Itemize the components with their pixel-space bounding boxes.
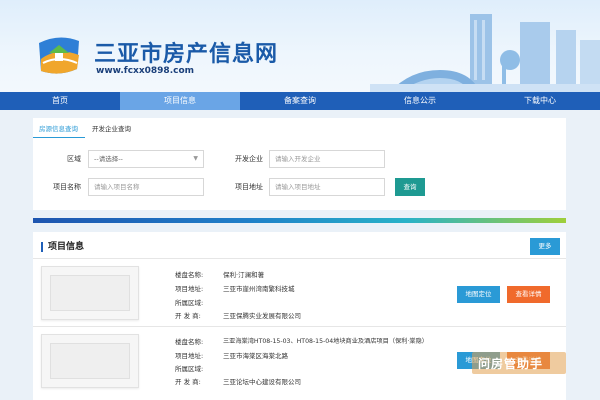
nav-item-project-info[interactable]: 项目信息	[120, 92, 240, 110]
project-name-value: 三亚海棠湾HT08-15-03、HT08-15-04地块商业及酒店项目（保利·棠…	[223, 338, 428, 345]
project-thumbnail[interactable]	[41, 266, 139, 320]
project-address-key: 项目地址:	[175, 285, 204, 293]
project-address-value: 三亚市海棠区海棠北路	[223, 352, 288, 360]
decorative-stripe	[33, 218, 566, 223]
area-label: 区域	[67, 155, 81, 163]
project-address-key: 项目地址:	[175, 352, 204, 360]
more-button[interactable]: 更多	[530, 238, 560, 255]
developer-label: 开发企业	[235, 155, 263, 163]
project-name-label: 项目名称	[53, 183, 81, 191]
site-url: www.fcxx0898.com	[96, 66, 195, 76]
project-section: 项目信息 更多 楼盘名称: 保利·汀澜和著 项目地址: 三亚市崖州湾南繁科技城 …	[33, 232, 566, 400]
site-logo	[39, 37, 79, 74]
map-location-button[interactable]: 地图定位	[457, 286, 500, 303]
search-tabs: 房源信息查询 开发企业查询	[33, 118, 566, 138]
watermark-text: 问房管助手	[478, 357, 544, 371]
project-developer-value: 三亚保腾实业发展有限公司	[223, 312, 301, 320]
project-developer-key: 开 发 商:	[175, 378, 201, 386]
view-details-button[interactable]: 查看详情	[507, 286, 550, 303]
project-address-input[interactable]: 请输入项目地址	[269, 178, 385, 196]
project-address-value: 三亚市崖州湾南繁科技城	[223, 285, 295, 293]
nav-item-download-center[interactable]: 下载中心	[480, 92, 600, 110]
skyline-illustration	[370, 14, 600, 92]
project-address-label: 项目地址	[235, 183, 263, 191]
tab-listing-query[interactable]: 房源信息查询	[39, 123, 78, 133]
site-header: 三亚市房产信息网 www.fcxx0898.com	[0, 0, 600, 92]
project-name-key: 楼盘名称:	[175, 271, 204, 279]
area-select-value: --请选择--	[94, 155, 123, 163]
project-name-input[interactable]: 请输入项目名称	[88, 178, 204, 196]
main-nav: 首页 项目信息 备案查询 信息公示 下载中心	[0, 92, 600, 110]
image-placeholder-icon	[50, 343, 130, 379]
section-divider	[33, 258, 566, 259]
developer-input[interactable]: 请输入开发企业	[269, 150, 385, 168]
nav-item-filing-query[interactable]: 备案查询	[240, 92, 360, 110]
site-title: 三亚市房产信息网	[94, 42, 279, 67]
image-placeholder-icon	[50, 275, 130, 311]
active-tab-indicator	[33, 137, 85, 138]
area-select[interactable]: --请选择-- ▼	[88, 150, 204, 168]
row-divider	[33, 326, 566, 327]
project-developer-value: 三亚论坛中心建设有限公司	[223, 378, 301, 386]
nav-item-info-disclosure[interactable]: 信息公示	[360, 92, 480, 110]
section-title: 项目信息	[41, 242, 84, 252]
query-button[interactable]: 查询	[395, 178, 425, 196]
tab-developer-query[interactable]: 开发企业查询	[92, 123, 131, 133]
project-district-key: 所属区域:	[175, 299, 204, 307]
nav-item-home[interactable]: 首页	[0, 92, 120, 110]
project-name-key: 楼盘名称:	[175, 338, 204, 346]
project-developer-key: 开 发 商:	[175, 312, 201, 320]
project-name-value: 保利·汀澜和著	[223, 271, 265, 279]
chevron-down-icon: ▼	[193, 155, 198, 162]
search-panel: 房源信息查询 开发企业查询 区域 --请选择-- ▼ 开发企业 请输入开发企业 …	[33, 118, 566, 210]
project-thumbnail[interactable]	[41, 334, 139, 388]
project-district-key: 所属区域:	[175, 365, 204, 373]
